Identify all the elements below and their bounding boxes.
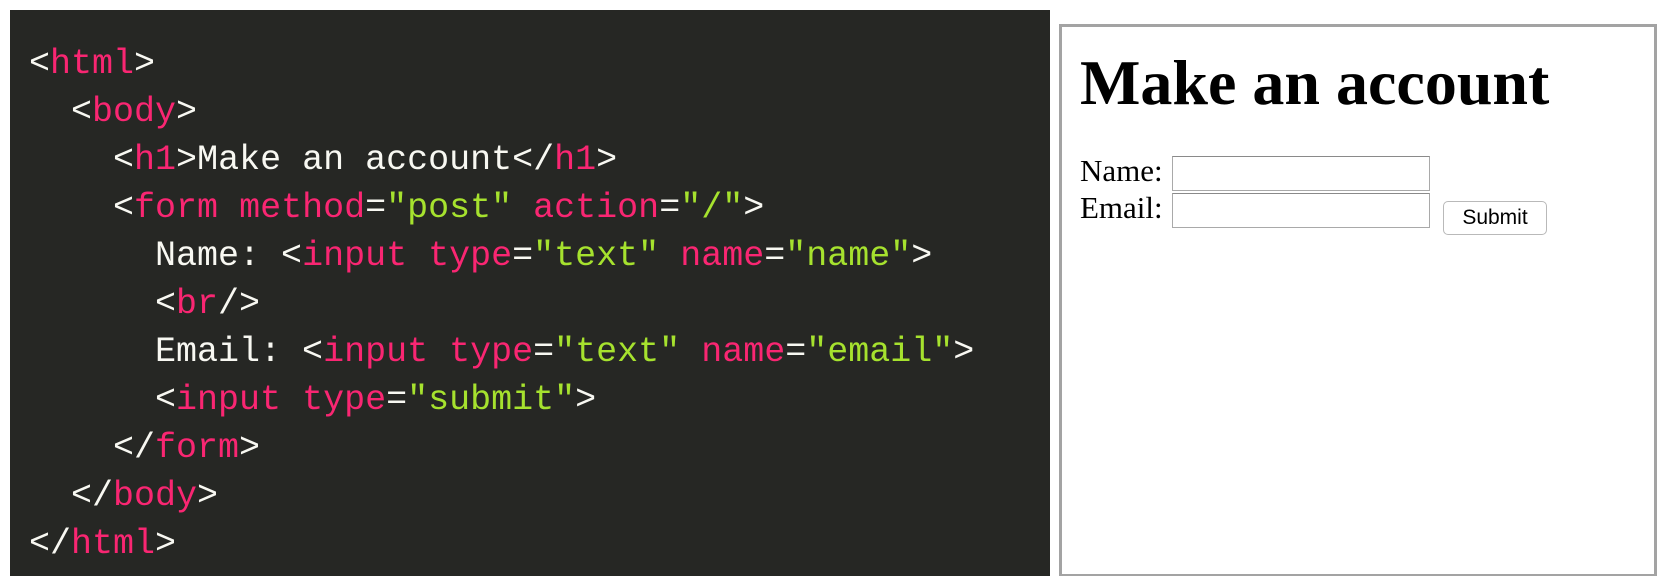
code-token-attr: name — [701, 332, 786, 372]
code-token-punct: = — [785, 332, 807, 372]
name-input[interactable] — [1172, 156, 1430, 192]
code-token-punct: > — [596, 140, 618, 180]
code-token-str: "text" — [533, 236, 660, 276]
code-token-punct — [281, 380, 302, 420]
email-row: Email: — [1080, 190, 1430, 229]
code-token-punct: < — [29, 284, 177, 324]
code-token-punct: = — [365, 188, 387, 228]
code-line: Email: <input type="text" name="email"> — [29, 328, 1050, 376]
page-heading: Make an account — [1080, 47, 1550, 118]
code-token-punct — [680, 332, 701, 372]
code-token-tag: html — [50, 44, 135, 84]
code-token-attr: type — [428, 236, 513, 276]
code-token-punct: > — [134, 44, 156, 84]
code-token-punct: > — [176, 92, 198, 132]
code-token-punct: > — [176, 140, 198, 180]
code-token-punct: < — [29, 380, 177, 420]
code-token-punct: </ — [29, 476, 114, 516]
code-token-tag: body — [113, 476, 198, 516]
code-token-attr: action — [533, 188, 660, 228]
code-token-str: "text" — [554, 332, 681, 372]
code-line: Name: <input type="text" name="name"> — [29, 232, 1050, 280]
code-token-txt: Name: — [29, 236, 282, 276]
code-token-txt: Email: — [29, 332, 303, 372]
code-token-tag: input — [323, 332, 429, 372]
code-line: <html> — [29, 40, 1050, 88]
code-token-punct: > — [197, 476, 219, 516]
code-token-punct — [512, 188, 533, 228]
code-token-punct — [428, 332, 449, 372]
code-line: </body> — [29, 472, 1050, 520]
code-token-str: "name" — [785, 236, 912, 276]
browser-preview-frame: Make an account Name: Email: Submit — [1059, 24, 1657, 576]
code-token-txt: Make an account — [197, 140, 513, 180]
code-token-tag: form — [134, 188, 219, 228]
code-token-punct: > — [575, 380, 597, 420]
code-line: <body> — [29, 88, 1050, 136]
email-label: Email: — [1080, 190, 1163, 225]
code-token-attr: type — [449, 332, 534, 372]
code-token-punct: > — [743, 188, 765, 228]
code-token-tag: input — [176, 380, 282, 420]
code-token-str: "post" — [386, 188, 513, 228]
code-token-tag: input — [302, 236, 408, 276]
submit-button[interactable]: Submit — [1443, 201, 1547, 235]
code-token-attr: type — [302, 380, 387, 420]
code-token-punct: = — [386, 380, 408, 420]
code-token-attr: method — [239, 188, 366, 228]
code-token-punct: < — [29, 188, 135, 228]
code-token-punct: </ — [512, 140, 555, 180]
code-line: <form method="post" action="/"> — [29, 184, 1050, 232]
code-token-punct: = — [764, 236, 786, 276]
code-token-str: "/" — [680, 188, 744, 228]
code-token-tag: body — [92, 92, 177, 132]
code-line: </html> — [29, 520, 1050, 568]
code-token-tag: h1 — [554, 140, 597, 180]
code-token-punct: < — [29, 44, 51, 84]
code-token-punct — [659, 236, 680, 276]
email-input[interactable] — [1172, 193, 1430, 229]
code-token-punct: > — [155, 524, 177, 564]
code-token-tag: h1 — [134, 140, 177, 180]
code-token-punct: < — [302, 332, 324, 372]
code-line: <h1>Make an account</h1> — [29, 136, 1050, 184]
code-token-punct: < — [29, 92, 93, 132]
code-editor-panel: <html> <body> <h1>Make an account</h1> <… — [10, 10, 1050, 576]
code-token-tag: form — [155, 428, 240, 468]
code-token-punct: < — [29, 140, 135, 180]
code-token-punct: > — [911, 236, 933, 276]
code-token-str: "submit" — [407, 380, 576, 420]
code-token-punct: /> — [218, 284, 261, 324]
code-token-tag: html — [71, 524, 156, 564]
code-token-punct: > — [239, 428, 261, 468]
name-label: Name: — [1080, 153, 1163, 188]
code-line: <input type="submit"> — [29, 376, 1050, 424]
code-token-punct — [218, 188, 239, 228]
code-token-punct: = — [659, 188, 681, 228]
code-token-punct — [407, 236, 428, 276]
code-token-punct: > — [953, 332, 975, 372]
code-line: </form> — [29, 424, 1050, 472]
name-row: Name: — [1080, 153, 1430, 192]
code-token-str: "email" — [806, 332, 954, 372]
code-token-punct: < — [281, 236, 303, 276]
code-token-punct: </ — [29, 524, 72, 564]
code-token-punct: = — [533, 332, 555, 372]
code-token-attr: name — [680, 236, 765, 276]
code-token-punct: </ — [29, 428, 156, 468]
code-token-punct: = — [512, 236, 534, 276]
code-token-tag: br — [176, 284, 219, 324]
code-line: <br/> — [29, 280, 1050, 328]
